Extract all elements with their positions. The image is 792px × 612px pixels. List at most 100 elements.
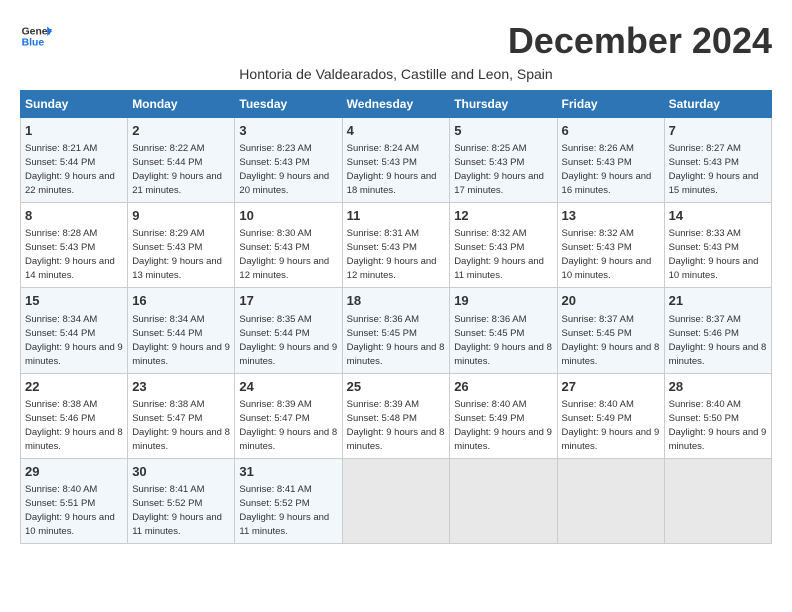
day-info: Sunrise: 8:21 AMSunset: 5:44 PMDaylight:… [25, 143, 115, 196]
calendar-body: 1 Sunrise: 8:21 AMSunset: 5:44 PMDayligh… [21, 118, 772, 544]
day-number: 20 [562, 292, 660, 310]
day-info: Sunrise: 8:34 AMSunset: 5:44 PMDaylight:… [132, 314, 230, 367]
day-number: 22 [25, 378, 123, 396]
day-number: 21 [669, 292, 767, 310]
calendar-day-cell: 12 Sunrise: 8:32 AMSunset: 5:43 PMDaylig… [450, 203, 557, 288]
calendar-day-cell: 1 Sunrise: 8:21 AMSunset: 5:44 PMDayligh… [21, 118, 128, 203]
calendar-day-cell: 21 Sunrise: 8:37 AMSunset: 5:46 PMDaylig… [664, 288, 771, 373]
day-number: 5 [454, 122, 552, 140]
calendar-day-cell [557, 458, 664, 543]
calendar-day-cell: 19 Sunrise: 8:36 AMSunset: 5:45 PMDaylig… [450, 288, 557, 373]
day-info: Sunrise: 8:39 AMSunset: 5:47 PMDaylight:… [239, 399, 337, 452]
day-number: 9 [132, 207, 230, 225]
calendar-day-cell: 4 Sunrise: 8:24 AMSunset: 5:43 PMDayligh… [342, 118, 450, 203]
calendar-day-cell: 9 Sunrise: 8:29 AMSunset: 5:43 PMDayligh… [128, 203, 235, 288]
day-info: Sunrise: 8:32 AMSunset: 5:43 PMDaylight:… [562, 228, 652, 281]
day-number: 3 [239, 122, 337, 140]
calendar-day-cell: 18 Sunrise: 8:36 AMSunset: 5:45 PMDaylig… [342, 288, 450, 373]
calendar-day-cell: 26 Sunrise: 8:40 AMSunset: 5:49 PMDaylig… [450, 373, 557, 458]
day-number: 18 [347, 292, 446, 310]
calendar-day-cell: 22 Sunrise: 8:38 AMSunset: 5:46 PMDaylig… [21, 373, 128, 458]
day-info: Sunrise: 8:24 AMSunset: 5:43 PMDaylight:… [347, 143, 437, 196]
day-info: Sunrise: 8:36 AMSunset: 5:45 PMDaylight:… [454, 314, 552, 367]
weekday-header: Tuesday [235, 91, 342, 118]
day-number: 24 [239, 378, 337, 396]
day-number: 13 [562, 207, 660, 225]
day-number: 16 [132, 292, 230, 310]
day-info: Sunrise: 8:29 AMSunset: 5:43 PMDaylight:… [132, 228, 222, 281]
day-number: 30 [132, 463, 230, 481]
logo-icon: General Blue [20, 20, 52, 52]
day-number: 10 [239, 207, 337, 225]
calendar-day-cell: 7 Sunrise: 8:27 AMSunset: 5:43 PMDayligh… [664, 118, 771, 203]
calendar-week-row: 22 Sunrise: 8:38 AMSunset: 5:46 PMDaylig… [21, 373, 772, 458]
day-number: 23 [132, 378, 230, 396]
calendar-week-row: 1 Sunrise: 8:21 AMSunset: 5:44 PMDayligh… [21, 118, 772, 203]
weekday-header: Monday [128, 91, 235, 118]
calendar-day-cell: 17 Sunrise: 8:35 AMSunset: 5:44 PMDaylig… [235, 288, 342, 373]
day-info: Sunrise: 8:33 AMSunset: 5:43 PMDaylight:… [669, 228, 759, 281]
month-title: December 2024 [508, 20, 772, 62]
day-info: Sunrise: 8:27 AMSunset: 5:43 PMDaylight:… [669, 143, 759, 196]
day-number: 7 [669, 122, 767, 140]
day-number: 1 [25, 122, 123, 140]
calendar-day-cell [664, 458, 771, 543]
calendar-day-cell: 10 Sunrise: 8:30 AMSunset: 5:43 PMDaylig… [235, 203, 342, 288]
day-number: 26 [454, 378, 552, 396]
day-number: 17 [239, 292, 337, 310]
day-info: Sunrise: 8:38 AMSunset: 5:47 PMDaylight:… [132, 399, 230, 452]
day-number: 8 [25, 207, 123, 225]
calendar-day-cell: 5 Sunrise: 8:25 AMSunset: 5:43 PMDayligh… [450, 118, 557, 203]
weekday-header: Thursday [450, 91, 557, 118]
calendar-day-cell: 24 Sunrise: 8:39 AMSunset: 5:47 PMDaylig… [235, 373, 342, 458]
day-number: 12 [454, 207, 552, 225]
day-info: Sunrise: 8:41 AMSunset: 5:52 PMDaylight:… [132, 484, 222, 537]
calendar-day-cell: 2 Sunrise: 8:22 AMSunset: 5:44 PMDayligh… [128, 118, 235, 203]
subtitle: Hontoria de Valdearados, Castille and Le… [20, 66, 772, 82]
calendar-day-cell: 28 Sunrise: 8:40 AMSunset: 5:50 PMDaylig… [664, 373, 771, 458]
day-number: 31 [239, 463, 337, 481]
logo: General Blue [20, 20, 52, 52]
day-number: 27 [562, 378, 660, 396]
weekday-header: Friday [557, 91, 664, 118]
day-info: Sunrise: 8:32 AMSunset: 5:43 PMDaylight:… [454, 228, 544, 281]
calendar-day-cell: 11 Sunrise: 8:31 AMSunset: 5:43 PMDaylig… [342, 203, 450, 288]
day-number: 15 [25, 292, 123, 310]
day-info: Sunrise: 8:38 AMSunset: 5:46 PMDaylight:… [25, 399, 123, 452]
day-number: 4 [347, 122, 446, 140]
day-info: Sunrise: 8:35 AMSunset: 5:44 PMDaylight:… [239, 314, 337, 367]
day-number: 28 [669, 378, 767, 396]
calendar-header-row: SundayMondayTuesdayWednesdayThursdayFrid… [21, 91, 772, 118]
day-number: 25 [347, 378, 446, 396]
day-info: Sunrise: 8:23 AMSunset: 5:43 PMDaylight:… [239, 143, 329, 196]
calendar-day-cell: 15 Sunrise: 8:34 AMSunset: 5:44 PMDaylig… [21, 288, 128, 373]
calendar-day-cell: 25 Sunrise: 8:39 AMSunset: 5:48 PMDaylig… [342, 373, 450, 458]
calendar-day-cell: 31 Sunrise: 8:41 AMSunset: 5:52 PMDaylig… [235, 458, 342, 543]
calendar-day-cell: 27 Sunrise: 8:40 AMSunset: 5:49 PMDaylig… [557, 373, 664, 458]
calendar-day-cell: 3 Sunrise: 8:23 AMSunset: 5:43 PMDayligh… [235, 118, 342, 203]
day-info: Sunrise: 8:40 AMSunset: 5:49 PMDaylight:… [454, 399, 552, 452]
day-info: Sunrise: 8:36 AMSunset: 5:45 PMDaylight:… [347, 314, 445, 367]
day-info: Sunrise: 8:30 AMSunset: 5:43 PMDaylight:… [239, 228, 329, 281]
day-number: 2 [132, 122, 230, 140]
calendar-day-cell: 13 Sunrise: 8:32 AMSunset: 5:43 PMDaylig… [557, 203, 664, 288]
weekday-header: Wednesday [342, 91, 450, 118]
day-number: 6 [562, 122, 660, 140]
day-info: Sunrise: 8:34 AMSunset: 5:44 PMDaylight:… [25, 314, 123, 367]
day-info: Sunrise: 8:40 AMSunset: 5:49 PMDaylight:… [562, 399, 660, 452]
calendar-day-cell: 8 Sunrise: 8:28 AMSunset: 5:43 PMDayligh… [21, 203, 128, 288]
day-info: Sunrise: 8:37 AMSunset: 5:46 PMDaylight:… [669, 314, 767, 367]
day-number: 19 [454, 292, 552, 310]
calendar-table: SundayMondayTuesdayWednesdayThursdayFrid… [20, 90, 772, 544]
day-number: 14 [669, 207, 767, 225]
day-info: Sunrise: 8:40 AMSunset: 5:51 PMDaylight:… [25, 484, 115, 537]
day-info: Sunrise: 8:31 AMSunset: 5:43 PMDaylight:… [347, 228, 437, 281]
calendar-day-cell: 6 Sunrise: 8:26 AMSunset: 5:43 PMDayligh… [557, 118, 664, 203]
day-info: Sunrise: 8:40 AMSunset: 5:50 PMDaylight:… [669, 399, 767, 452]
day-info: Sunrise: 8:37 AMSunset: 5:45 PMDaylight:… [562, 314, 660, 367]
weekday-header: Sunday [21, 91, 128, 118]
day-info: Sunrise: 8:25 AMSunset: 5:43 PMDaylight:… [454, 143, 544, 196]
calendar-day-cell [342, 458, 450, 543]
header: General Blue December 2024 [20, 20, 772, 62]
calendar-day-cell: 16 Sunrise: 8:34 AMSunset: 5:44 PMDaylig… [128, 288, 235, 373]
